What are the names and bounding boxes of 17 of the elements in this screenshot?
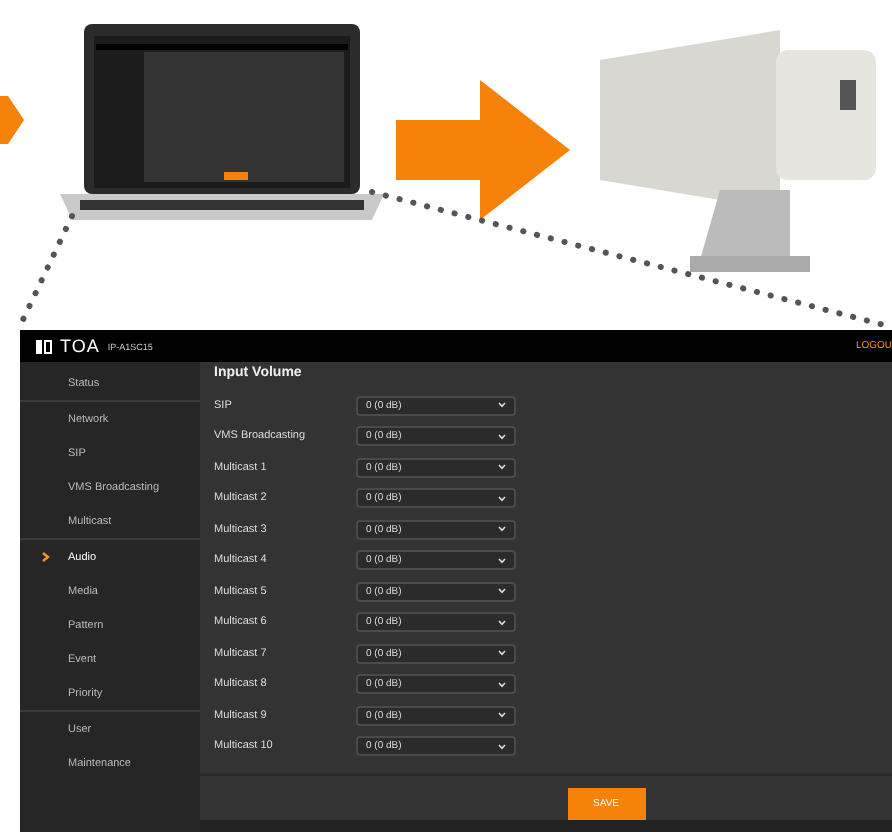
caret-icon bbox=[498, 743, 506, 750]
caret-icon bbox=[498, 402, 506, 409]
caret-icon bbox=[498, 588, 506, 595]
caret-icon bbox=[498, 681, 506, 688]
caret-icon bbox=[498, 464, 506, 471]
arrow-icon bbox=[0, 96, 24, 144]
arrow-icon bbox=[396, 80, 570, 220]
caret-icon bbox=[498, 619, 506, 626]
brand-logo: TOA bbox=[60, 336, 100, 356]
caret-icon bbox=[498, 557, 506, 564]
caret-icon bbox=[498, 650, 506, 657]
caret-icon bbox=[498, 712, 506, 719]
logo-icon bbox=[36, 339, 52, 353]
caret-icon bbox=[498, 433, 506, 440]
caret-icon bbox=[498, 495, 506, 502]
caret-icon bbox=[498, 526, 506, 533]
chevron-icon bbox=[42, 552, 50, 562]
